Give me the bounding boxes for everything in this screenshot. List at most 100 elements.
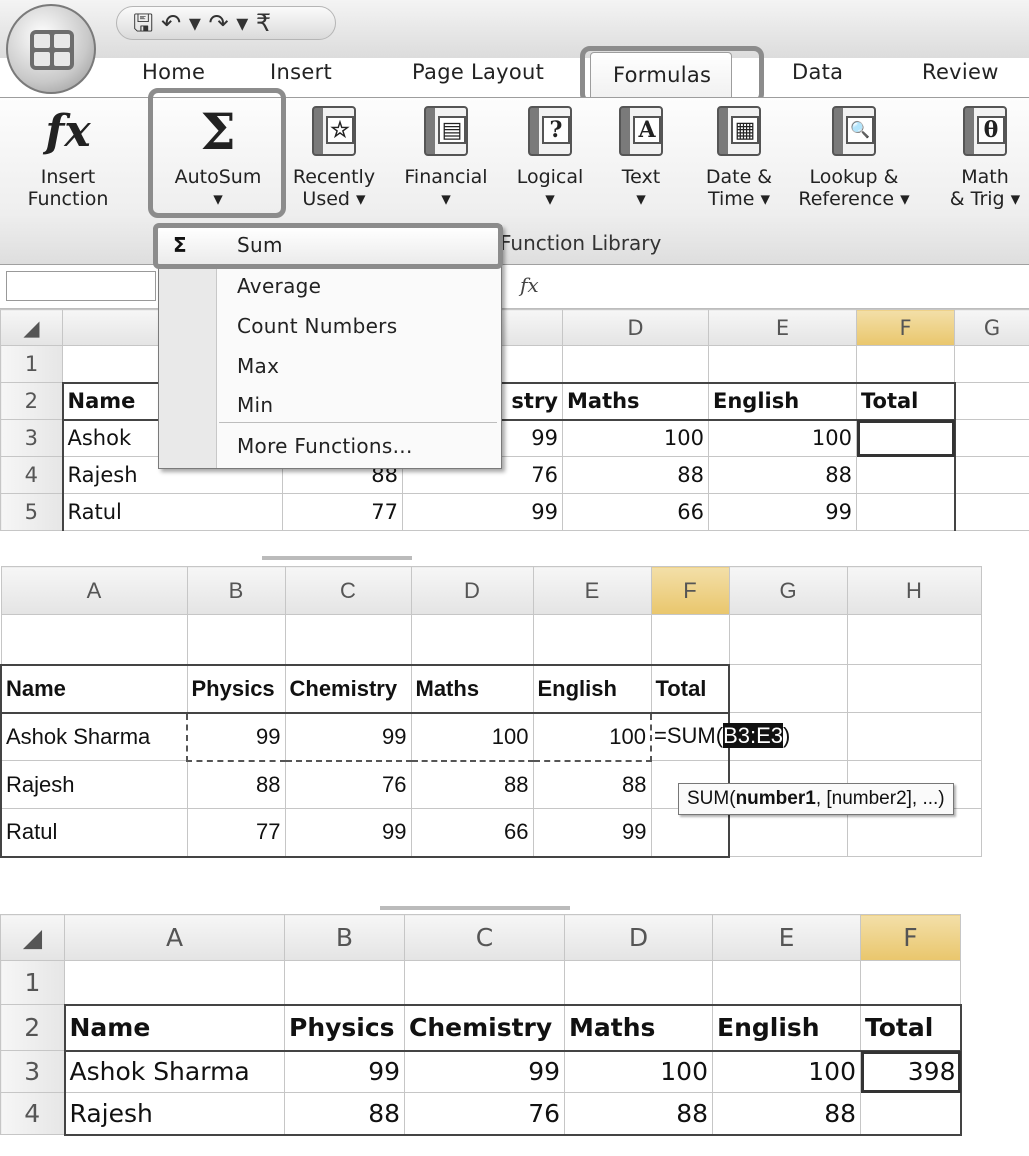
cell[interactable]	[728, 614, 848, 665]
cell[interactable]	[64, 960, 285, 1005]
cell[interactable]	[564, 960, 713, 1005]
menu-item-average[interactable]: Average	[237, 274, 321, 298]
row-header[interactable]: 4	[0, 1092, 65, 1135]
cell-english-selected[interactable]: 100	[532, 711, 652, 762]
column-header-c[interactable]: C	[284, 566, 412, 615]
column-header-d[interactable]: D	[562, 309, 709, 346]
select-all-corner[interactable]: ◢	[0, 914, 65, 961]
tab-insert[interactable]: Insert	[270, 60, 332, 84]
column-header-f[interactable]: F	[860, 914, 961, 961]
cell-total[interactable]	[856, 456, 956, 494]
cell[interactable]	[954, 419, 1029, 457]
cell[interactable]	[954, 382, 1029, 420]
cell-english[interactable]: 99	[708, 493, 857, 531]
column-header-a[interactable]: A	[0, 566, 188, 615]
row-header[interactable]: 1	[0, 345, 63, 383]
recently-used-button[interactable]: ☆ Recently Used ▾	[282, 106, 386, 210]
column-header-h[interactable]: H	[846, 566, 982, 615]
cell-physics[interactable]: 77	[282, 493, 403, 531]
cell-english[interactable]: 99	[532, 808, 652, 858]
cell-chemistry[interactable]: 76	[404, 1092, 565, 1136]
cell-total-header[interactable]: Total	[856, 381, 956, 421]
row-header[interactable]: 2	[0, 1004, 65, 1051]
text-button[interactable]: A Text ▾	[604, 106, 678, 210]
cell-english[interactable]: 88	[708, 456, 857, 494]
cell-english-header[interactable]: English	[708, 381, 857, 421]
cell-name[interactable]: Rajesh	[0, 760, 188, 809]
column-header-e[interactable]: E	[532, 566, 652, 615]
cell-chemistry[interactable]: 76	[284, 760, 412, 809]
menu-item-max[interactable]: Max	[237, 354, 279, 378]
formula-bar-fx-icon[interactable]: fx	[520, 273, 539, 297]
row-header[interactable]: 3	[0, 1050, 65, 1093]
cell[interactable]	[860, 960, 961, 1005]
tab-page-layout[interactable]: Page Layout	[412, 60, 544, 84]
cell[interactable]	[728, 664, 848, 713]
cell[interactable]	[708, 345, 857, 383]
cell[interactable]	[532, 614, 652, 665]
tab-home[interactable]: Home	[142, 60, 205, 84]
math-trig-button[interactable]: θ Math & Trig ▾	[930, 106, 1029, 210]
cell-maths-header[interactable]: Maths	[410, 663, 534, 714]
cell-name-header[interactable]: Name	[0, 663, 188, 714]
date-time-button[interactable]: ▦ Date & Time ▾	[694, 106, 784, 210]
cell-maths[interactable]: 100	[564, 1050, 713, 1093]
cell[interactable]	[562, 345, 709, 383]
cell-chemistry-header[interactable]: Chemistry	[404, 1003, 565, 1052]
cell-chemistry[interactable]: 99	[284, 808, 412, 858]
cell-total-header[interactable]: Total	[650, 663, 730, 714]
cell[interactable]	[728, 808, 848, 857]
cell-maths[interactable]: 88	[564, 1092, 713, 1136]
select-all-corner[interactable]: ◢	[0, 309, 63, 346]
cell[interactable]	[650, 614, 730, 665]
column-header-c[interactable]: C	[404, 914, 565, 961]
cell-english[interactable]: 100	[708, 419, 857, 457]
cell-total-result[interactable]: 398	[860, 1050, 962, 1093]
cell[interactable]	[856, 345, 955, 383]
menu-item-count-numbers[interactable]: Count Numbers	[237, 314, 397, 338]
tab-review[interactable]: Review	[922, 60, 999, 84]
column-header-b[interactable]: B	[186, 566, 286, 615]
cell-english[interactable]: 88	[532, 760, 652, 809]
cell-maths-header[interactable]: Maths	[564, 1003, 713, 1052]
cell-total[interactable]	[650, 808, 730, 858]
cell[interactable]	[186, 614, 286, 665]
cell-english[interactable]: 100	[712, 1050, 861, 1093]
cell-english[interactable]: 88	[712, 1092, 861, 1136]
row-header[interactable]: 2	[0, 382, 63, 420]
cell-total[interactable]	[856, 493, 956, 531]
cell-maths-header[interactable]: Maths	[562, 381, 709, 421]
cell-chemistry-selected[interactable]: 99	[284, 711, 412, 762]
row-header[interactable]: 5	[0, 493, 63, 531]
column-header-e[interactable]: E	[712, 914, 861, 961]
column-header-f[interactable]: F	[650, 566, 730, 615]
column-header-a[interactable]: A	[64, 914, 285, 961]
row-header[interactable]: 4	[0, 456, 63, 494]
cell-english-header[interactable]: English	[532, 663, 652, 714]
cell[interactable]	[954, 456, 1029, 494]
cell-physics[interactable]: 88	[186, 760, 286, 809]
cell-maths-selected[interactable]: 100	[410, 711, 534, 762]
cell-total-header[interactable]: Total	[860, 1003, 962, 1052]
cell[interactable]	[404, 960, 565, 1005]
row-header[interactable]: 1	[0, 960, 65, 1005]
cell[interactable]	[712, 960, 861, 1005]
cell-physics-header[interactable]: Physics	[186, 663, 286, 714]
cell-name[interactable]: Ashok Sharma	[63, 1050, 285, 1093]
cell-physics-selected[interactable]: 99	[186, 711, 286, 762]
name-box[interactable]	[6, 271, 156, 301]
cell-chemistry-header[interactable]: Chemistry	[284, 663, 412, 714]
tab-data[interactable]: Data	[792, 60, 843, 84]
column-header-d[interactable]: D	[410, 566, 534, 615]
menu-item-more-functions[interactable]: More Functions...	[237, 434, 413, 458]
cell-name-header[interactable]: Name	[63, 1003, 285, 1052]
cell-name[interactable]: Ratul	[0, 808, 188, 858]
insert-function-button[interactable]: fx Insert Function	[2, 106, 134, 210]
column-header-d[interactable]: D	[564, 914, 713, 961]
cell-maths[interactable]: 66	[410, 808, 534, 858]
cell-maths[interactable]: 66	[562, 493, 709, 531]
office-button[interactable]	[6, 4, 96, 94]
cell[interactable]	[410, 614, 534, 665]
logical-button[interactable]: ? Logical ▾	[504, 106, 596, 210]
cell-total[interactable]	[860, 1092, 962, 1136]
